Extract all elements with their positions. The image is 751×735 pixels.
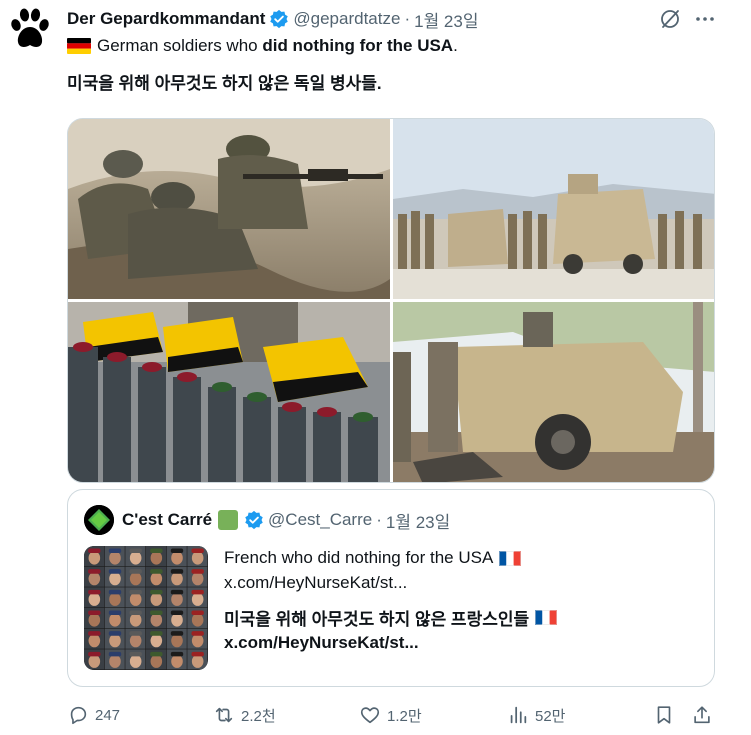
action-bar: 247 2.2천 1.2만 52만	[67, 702, 727, 728]
share-button[interactable]	[691, 702, 713, 728]
soldier-portraits-grid-image[interactable]	[84, 546, 208, 670]
author-display-name[interactable]: Der Gepardkommandant	[67, 9, 265, 29]
author-handle[interactable]: @gepardtatze	[293, 9, 400, 29]
paw-print-icon[interactable]	[10, 8, 50, 52]
french-flag-icon	[499, 550, 522, 566]
analytics-icon	[510, 706, 527, 724]
heart-icon	[360, 707, 380, 724]
reply-button[interactable]: 247	[67, 702, 120, 728]
media-grid	[67, 118, 715, 483]
quote-handle[interactable]: @Cest_Carre	[268, 510, 372, 530]
soldiers-machine-gun-photo[interactable]	[68, 119, 390, 299]
verified-badge-icon	[269, 9, 289, 29]
tweet-header: Der Gepardkommandant @gepardtatze · 1월 2…	[67, 7, 478, 32]
quote-verified-badge-icon	[244, 510, 264, 530]
bookmark-button[interactable]	[653, 702, 675, 728]
quote-link-line1[interactable]: x.com/HeyNurseKat/st...	[224, 572, 407, 594]
share-icon	[694, 706, 710, 724]
coffins-flags-procession-photo[interactable]	[68, 302, 390, 482]
reply-icon	[70, 706, 87, 725]
german-flag-icon	[67, 38, 91, 54]
repost-button[interactable]: 2.2천	[213, 702, 276, 728]
views-button[interactable]: 52만	[507, 702, 566, 728]
quote-header: C'est Carré @Cest_Carre · 1월 23일	[84, 505, 450, 535]
quote-line3-text: 미국을 위해 아무것도 하지 않은 프랑스인들	[224, 609, 530, 629]
quote-date[interactable]: 1월 23일	[386, 508, 450, 533]
like-button[interactable]: 1.2만	[359, 702, 422, 728]
french-flag-icon	[535, 609, 558, 625]
tweet-card[interactable]: Der Gepardkommandant @gepardtatze · 1월 2…	[0, 0, 751, 735]
tweet-text-post: .	[453, 36, 458, 55]
destroyed-vehicle-photo[interactable]	[393, 302, 714, 482]
green-diamond-avatar-icon[interactable]	[84, 505, 114, 535]
reply-count: 247	[95, 706, 121, 724]
views-count: 52만	[535, 707, 566, 725]
tweet-text-line2: 미국을 위해 아무것도 하지 않은 독일 병사들.	[67, 73, 382, 93]
like-count: 1.2만	[387, 707, 422, 725]
repost-count: 2.2천	[241, 707, 276, 725]
more-options-icon[interactable]	[693, 7, 717, 31]
soldiers-armored-vehicle-photo[interactable]	[393, 119, 714, 299]
tweet-text-pre: German soldiers who	[97, 36, 263, 55]
quoted-tweet[interactable]: C'est Carré @Cest_Carre · 1월 23일 French …	[67, 489, 715, 687]
quote-text-line1: French who did nothing for the USA	[224, 547, 522, 569]
grok-icon[interactable]	[658, 7, 682, 31]
repost-icon	[215, 707, 233, 723]
header-separator: ·	[404, 9, 411, 28]
quote-line1-text: French who did nothing for the USA	[224, 548, 494, 567]
green-square-icon	[218, 510, 239, 530]
quote-separator: ·	[376, 510, 382, 529]
tweet-text-bold: did nothing for the USA	[262, 36, 454, 55]
quote-text-line3: 미국을 위해 아무것도 하지 않은 프랑스인들	[224, 606, 558, 629]
quote-display-name[interactable]: C'est Carré	[122, 510, 212, 530]
bookmark-icon	[657, 706, 671, 724]
tweet-date[interactable]: 1월 23일	[414, 7, 478, 32]
quote-link-line2[interactable]: x.com/HeyNurseKat/st...	[224, 632, 419, 654]
tweet-text-line1: German soldiers who did nothing for the …	[67, 35, 458, 57]
